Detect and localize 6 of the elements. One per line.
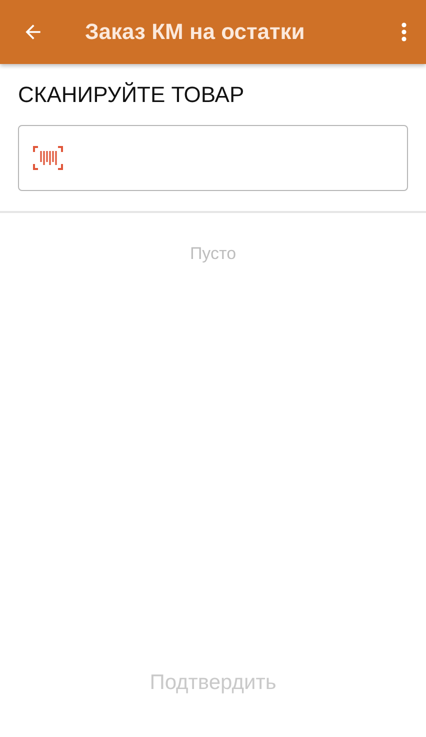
empty-text: Пусто [190,244,236,264]
window-title: Заказ КМ на остатки [85,19,306,45]
barcode-icon [33,146,63,170]
menu-button[interactable] [400,21,408,43]
section-heading: СКАНИРУЙТЕ ТОВАР [18,82,246,108]
scan-field[interactable] [18,125,408,191]
